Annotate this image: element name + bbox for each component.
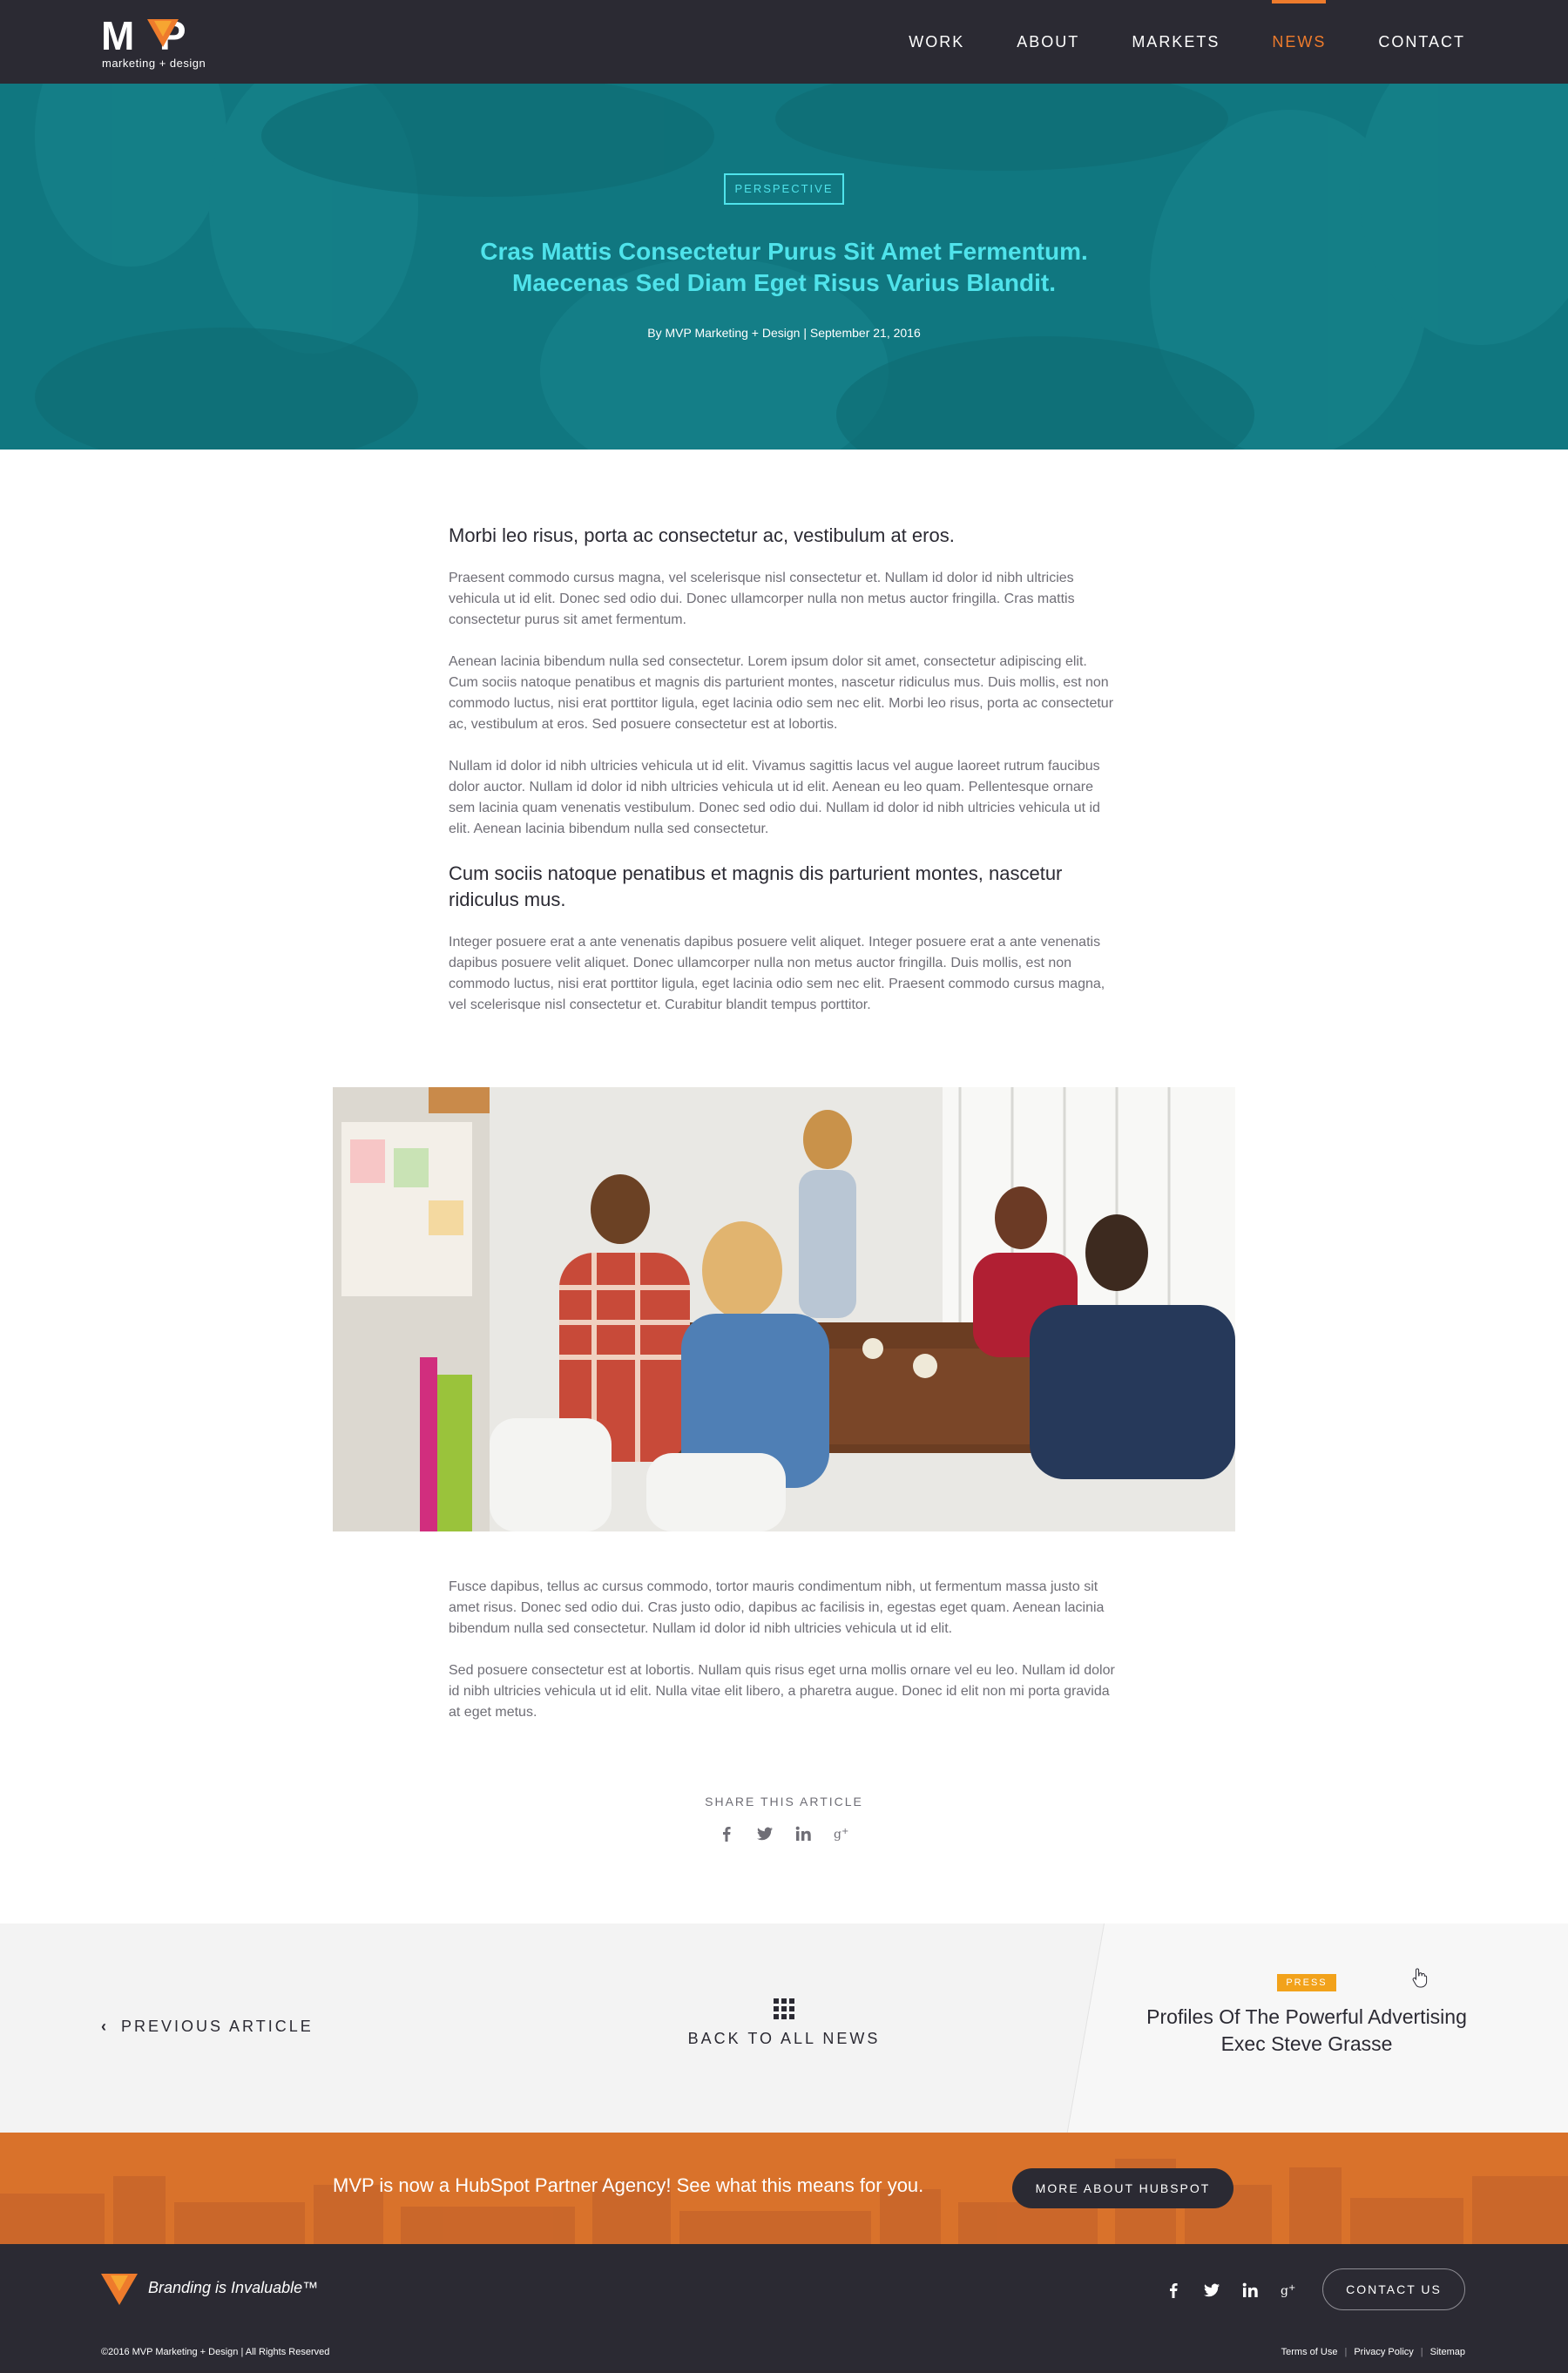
- article-paragraph: Aenean lacinia bibendum nulla sed consec…: [449, 654, 1114, 732]
- previous-article-link[interactable]: ‹ PREVIOUS ARTICLE: [101, 2018, 314, 2036]
- category-tag[interactable]: PERSPECTIVE: [724, 173, 844, 205]
- article-body: Morbi leo risus, porta ac consectetur ac…: [449, 523, 1119, 1037]
- promo-text: MVP is now a HubSpot Partner Agency! See…: [333, 2174, 924, 2196]
- article-body-continued: Fusce dapibus, tellus ac cursus commodo,…: [449, 1577, 1119, 1744]
- nav-news[interactable]: NEWS: [1272, 0, 1327, 84]
- hubspot-promo-banner: MVP is now a HubSpot Partner Agency! See…: [0, 2133, 1568, 2244]
- site-footer: Branding is Invaluable™ g + CONTACT US ©2…: [0, 2244, 1568, 2373]
- copyright-text: ©2016 MVP Marketing + Design | All Right…: [101, 2347, 330, 2357]
- article-byline: By MVP Marketing + Design | September 21…: [647, 326, 921, 340]
- share-section: SHARE THIS ARTICLE g +: [610, 1795, 958, 1843]
- contact-us-button[interactable]: CONTACT US: [1322, 2268, 1465, 2310]
- twitter-icon[interactable]: [755, 1824, 774, 1843]
- footer-tagline: Branding is Invaluable™: [148, 2279, 319, 2296]
- footer-social-icons: g +: [1164, 2281, 1298, 2300]
- chevron-left-icon: ‹: [101, 2018, 109, 2035]
- article-title-line-1: Cras Mattis Consectetur Purus Sit Amet F…: [480, 238, 1088, 265]
- privacy-policy-link[interactable]: Privacy Policy: [1354, 2347, 1413, 2357]
- main-menu: WORK ABOUT MARKETS NEWS CONTACT: [856, 0, 1465, 84]
- grid-icon: [774, 1998, 794, 2019]
- article-paragraph: Integer posuere erat a ante venenatis da…: [449, 935, 1105, 1012]
- share-icons: g +: [610, 1824, 958, 1843]
- nav-about[interactable]: ABOUT: [1017, 0, 1079, 84]
- article-hero: PERSPECTIVE Cras Mattis Consectetur Puru…: [0, 84, 1568, 450]
- mvp-logo[interactable]: M P marketing + design: [101, 16, 232, 70]
- article-paragraph: Fusce dapibus, tellus ac cursus commodo,…: [449, 1579, 1105, 1636]
- nav-contact[interactable]: CONTACT: [1378, 0, 1465, 84]
- facebook-icon[interactable]: [717, 1824, 736, 1843]
- google-plus-icon[interactable]: g +: [832, 1824, 851, 1843]
- back-to-news-label: BACK TO ALL NEWS: [687, 2030, 881, 2047]
- linkedin-icon[interactable]: [794, 1824, 813, 1843]
- logo-subtitle: marketing + design: [102, 57, 206, 70]
- terms-of-use-link[interactable]: Terms of Use: [1281, 2347, 1338, 2357]
- article-paragraph: Sed posuere consectetur est at lobortis.…: [449, 1663, 1115, 1720]
- previous-article-label: PREVIOUS ARTICLE: [121, 2018, 314, 2035]
- article-photo-meeting: [333, 1087, 1235, 1531]
- article-paragraph: Nullam id dolor id nibh ultricies vehicu…: [449, 759, 1100, 836]
- legal-separator: |: [1344, 2347, 1348, 2357]
- linkedin-icon[interactable]: [1240, 2281, 1260, 2300]
- svg-text:g: g: [834, 1828, 841, 1842]
- top-nav: M P marketing + design WORK ABOUT MARKET…: [0, 0, 1568, 84]
- legal-separator: |: [1420, 2347, 1423, 2357]
- google-plus-icon[interactable]: g +: [1279, 2281, 1298, 2300]
- nav-work[interactable]: WORK: [909, 0, 964, 84]
- share-label: SHARE THIS ARTICLE: [705, 1795, 863, 1808]
- next-article-title: Profiles Of The Powerful Advertising Exe…: [1146, 2005, 1467, 2055]
- hand-cursor-icon: [1412, 1968, 1428, 1988]
- meeting-photo-illustration: [333, 1087, 1235, 1531]
- svg-text:+: +: [1288, 2283, 1295, 2293]
- article-pager: ‹ PREVIOUS ARTICLE BACK TO ALL NEWS PRESS…: [0, 1923, 1568, 2133]
- sitemap-link[interactable]: Sitemap: [1430, 2347, 1465, 2357]
- more-about-hubspot-button[interactable]: MORE ABOUT HUBSPOT: [1012, 2168, 1233, 2208]
- svg-text:g: g: [1281, 2284, 1288, 2298]
- legal-links: Terms of Use | Privacy Policy | Sitemap: [1281, 2347, 1465, 2357]
- twitter-icon[interactable]: [1202, 2281, 1221, 2300]
- article-subheading-2: Cum sociis natoque penatibus et magnis d…: [449, 862, 1063, 910]
- article-subheading-1: Morbi leo risus, porta ac consectetur ac…: [449, 524, 955, 546]
- facebook-icon[interactable]: [1164, 2281, 1183, 2300]
- nav-markets[interactable]: MARKETS: [1132, 0, 1220, 84]
- logo-triangle-inner-icon: [154, 21, 172, 37]
- press-badge: PRESS: [1277, 1974, 1336, 1991]
- article-paragraph: Praesent commodo cursus magna, vel scele…: [449, 571, 1075, 627]
- svg-text:+: +: [841, 1827, 848, 1836]
- next-article-link[interactable]: PRESS Profiles Of The Powerful Advertisi…: [1124, 1974, 1490, 2058]
- back-to-news-link[interactable]: BACK TO ALL NEWS: [653, 1998, 915, 2048]
- article-title-line-2: Maecenas Sed Diam Eget Risus Varius Blan…: [512, 269, 1056, 296]
- article-title: Cras Mattis Consectetur Purus Sit Amet F…: [392, 236, 1176, 299]
